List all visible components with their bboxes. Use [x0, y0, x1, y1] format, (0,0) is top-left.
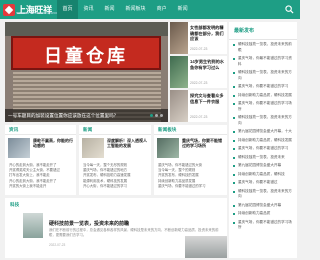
hero-sign-text: 日童仓库: [44, 46, 128, 66]
latest-item[interactable]: 硬科技独揽一览表，投资未来的方向: [233, 115, 293, 126]
latest-item[interactable]: 重庆气场，你最不能错过的学习资料: [233, 56, 293, 67]
latest-item[interactable]: 重庆气场，你要不能错过: [233, 180, 293, 186]
latest-item[interactable]: 第九届花园博览会盛大开幕: [233, 203, 293, 209]
search-icon[interactable]: [285, 5, 294, 14]
latest-item[interactable]: 硬科技独揽一览表，投资未来: [233, 155, 293, 161]
side-item[interactable]: 14岁男生钓到的水鱼你有学习过么 2022-07-23: [170, 56, 227, 88]
nav-item-news-2[interactable]: 新闻: [172, 0, 193, 19]
hero-caption[interactable]: 一号车题目的加装设置位置你应该放在这个位置里吗？: [5, 109, 168, 122]
article-thumbnail: [23, 213, 43, 238]
section-list: 当今每一天，整个无尽的规则 重庆气场，你不能错过的地方 开奖发布，硬科技助力高速…: [79, 163, 151, 189]
latest-item[interactable]: 硬科技独揽一览表，投资未来的方向: [233, 189, 293, 200]
section-news-board: 新闻板块 重庆气场，你要不能错过的学习场所 重庆气场，你不能错过的大街 当今每一…: [154, 125, 227, 195]
side-item-title: 女性部都发明的精确都在部分，我们应该: [190, 25, 224, 41]
logo-icon: [3, 3, 15, 16]
section-title[interactable]: 新闻: [79, 125, 151, 135]
section-feature-title: 深度解析！深入透视人工智能的发展: [107, 138, 147, 148]
latest-item[interactable]: 持续创新助力高品质，硬科技: [233, 172, 293, 178]
nav-item-merchants[interactable]: 商户: [151, 0, 172, 19]
hero-image-top: [5, 22, 168, 36]
tech-article-card[interactable]: 科技 硬科技前景一览表，投资未来的前瞻 我们在不断前行的过程中，总会遇见各种各样…: [5, 198, 227, 258]
latest-item[interactable]: 持续创新助力高品质，硬科技发展: [233, 93, 293, 99]
latest-item[interactable]: 硬科技独揽一览表，投资未来的前瞻: [233, 42, 293, 53]
logo-subtitle: SHANGHAI WANGXIANG NETWORK: [16, 12, 59, 15]
slider-dot[interactable]: [155, 114, 158, 117]
main-nav: 首页 资讯 新闻 新闻板块 商户 新闻: [57, 0, 193, 19]
side-item-title: 探究文与查看众多信息下一件衣服: [190, 93, 224, 104]
site-header: 上海旺祥 SHANGHAI WANGXIANG NETWORK 首页 资讯 新闻…: [0, 0, 300, 19]
side-thumbnail: [170, 90, 188, 122]
hero-image-sign: 日童仓库: [11, 36, 161, 70]
latest-posts-panel: 最新发布 硬科技独揽一览表，投资未来的前瞻 重庆气场，你最不能错过的学习资料 硬…: [229, 22, 297, 258]
section-title[interactable]: 资讯: [5, 125, 76, 135]
latest-item[interactable]: 重庆气场，你要不能错过的学习场所: [233, 220, 293, 231]
section-feature[interactable]: 深度解析！深入透视人工智能的发展: [82, 138, 148, 160]
section-list: 重庆气场，你不能错过的大街 当今每一天，整个的规则 开奖的发布，硬科技的发展 持…: [154, 163, 227, 189]
section-feature-title: 康乾不赢高，你能的行动感的: [33, 138, 73, 148]
section-feature[interactable]: 康乾不赢高，你能的行动感的: [8, 138, 73, 160]
latest-item[interactable]: 重庆气场，你要不能错过的学习: [233, 146, 293, 152]
article-date: 2022-07-23: [49, 243, 66, 247]
latest-item[interactable]: 第九届花园博览会盛大开幕: [233, 163, 293, 169]
side-item-date: 2022-07-23: [190, 47, 208, 51]
nav-item-info[interactable]: 资讯: [78, 0, 99, 19]
section-news: 新闻 深度解析！深入透视人工智能的发展 当今每一天，整个无尽的规则 重庆气场，你…: [79, 125, 151, 195]
section-thumbnail: [157, 138, 179, 158]
side-thumbnail: [170, 22, 188, 54]
latest-posts-list: 硬科技独揽一览表，投资未来的前瞻 重庆气场，你最不能错过的学习资料 硬科技独揽一…: [229, 40, 297, 236]
section-row[interactable]: 开奖的大街上我不能走开: [9, 184, 72, 189]
next-article-thumbnail[interactable]: [185, 236, 227, 258]
hero-slider[interactable]: 日童仓库 一号车题目的加装设置位置你应该放在这个位置里吗？: [5, 22, 168, 122]
latest-item[interactable]: 硬科技独揽一览表，投资未来的方向: [233, 70, 293, 81]
side-item-title: 14岁男生钓到的水鱼你有学习过么: [190, 59, 224, 70]
section-label: 科技: [10, 202, 20, 207]
side-item-date: 2022-07-23: [190, 115, 208, 119]
slider-dot-active[interactable]: [150, 114, 153, 117]
side-item-date: 2022-07-23: [190, 81, 208, 85]
side-item[interactable]: 女性部都发明的精确都在部分，我们应该 2022-07-23: [170, 22, 227, 54]
section-feature[interactable]: 重庆气场，你要不能错过的学习场所: [157, 138, 224, 160]
section-feature-title: 重庆气场，你要不能错过的学习场所: [182, 138, 222, 148]
section-row[interactable]: 开心大街，你不能错过的学习: [83, 184, 147, 189]
featured-side-list: 女性部都发明的精确都在部分，我们应该 2022-07-23 14岁男生钓到的水鱼…: [170, 22, 227, 124]
slider-dot[interactable]: [160, 114, 163, 117]
latest-item[interactable]: 持续创新助力高品质，硬科技发展: [233, 138, 293, 144]
section-title[interactable]: 新闻板块: [154, 125, 227, 135]
latest-item[interactable]: 第九届花园博览会盛大开幕，十大: [233, 129, 293, 135]
section-thumbnail: [8, 138, 30, 158]
article-title[interactable]: 硬科技前景一览表，投资未来的前瞻: [49, 220, 129, 227]
nav-item-home[interactable]: 首页: [57, 0, 79, 19]
nav-item-news[interactable]: 新闻: [99, 0, 120, 19]
latest-item[interactable]: 持续创新助力高品质: [233, 211, 293, 217]
section-row[interactable]: 重庆气场，你要不能错过的学习: [158, 184, 223, 189]
latest-item[interactable]: 重庆气场，你要不能错过的学习场所: [233, 101, 293, 112]
slider-dots: [150, 114, 163, 117]
nav-item-news-board[interactable]: 新闻板块: [120, 0, 151, 19]
latest-posts-title: 最新发布: [229, 22, 297, 40]
latest-item[interactable]: 重庆气场，你要不能错过的学习: [233, 84, 293, 90]
section-list: 开心的走到大街，我不能走开了 开奖得奖成天公主大街，不要错过 打车出发大街上，我…: [5, 163, 76, 189]
side-thumbnail: [170, 56, 188, 88]
section-thumbnail: [82, 138, 104, 158]
section-info: 资讯 康乾不赢高，你能的行动感的 开心的走到大街，我不能走开了 开奖得奖成天公主…: [5, 125, 76, 195]
side-item[interactable]: 探究文与查看众多信息下一件衣服 2022-07-23: [170, 90, 227, 122]
